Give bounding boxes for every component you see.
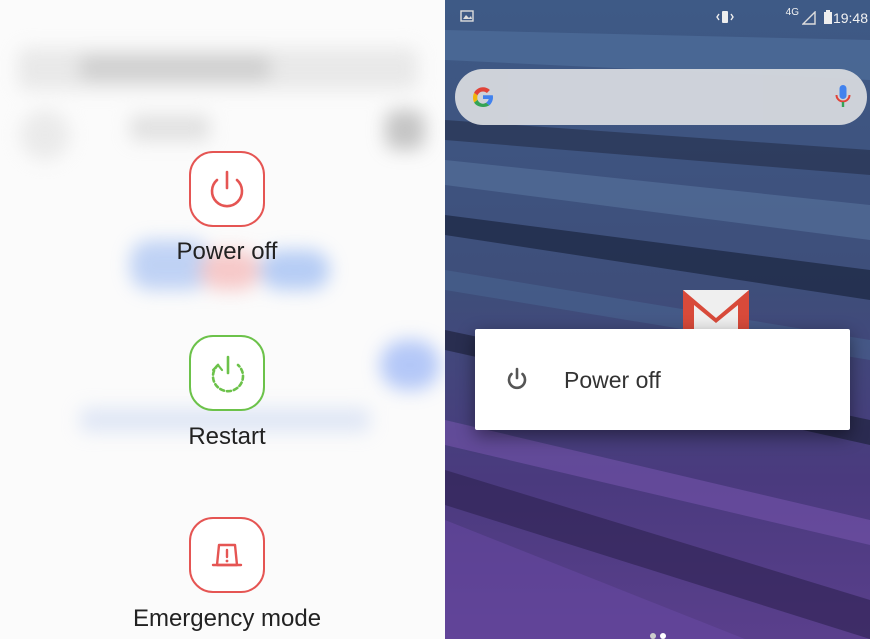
- android-home-screen: 4G 19:48 Power off: [445, 0, 870, 639]
- emergency-mode-label: Emergency mode: [132, 605, 322, 632]
- page-dot-active: [660, 633, 666, 639]
- network-type: 4G: [785, 7, 799, 18]
- page-indicator: [650, 626, 670, 639]
- page-dot: [650, 633, 656, 639]
- restart-button[interactable]: [189, 335, 265, 411]
- power-off-label: Power off: [176, 238, 278, 265]
- image-notification-icon: [460, 10, 474, 22]
- mic-icon[interactable]: [835, 84, 851, 110]
- google-search-bar[interactable]: [455, 69, 867, 125]
- signal-icon: [802, 11, 816, 25]
- battery-icon: [824, 10, 832, 24]
- restart-icon: [211, 355, 245, 393]
- samsung-power-menu: Power off Restart Emergency mode: [0, 0, 446, 639]
- status-bar: 4G 19:48: [445, 0, 870, 34]
- power-off-dialog: Power off: [475, 329, 850, 430]
- emergency-mode-button[interactable]: [189, 517, 265, 593]
- power-off-option[interactable]: Power off: [564, 367, 661, 394]
- clock: 19:48: [832, 10, 868, 26]
- power-icon: [210, 170, 244, 208]
- restart-label: Restart: [188, 423, 266, 450]
- power-icon: [507, 367, 527, 390]
- google-g-icon: [473, 87, 493, 107]
- power-off-button[interactable]: [189, 151, 265, 227]
- vibrate-icon: [716, 11, 734, 23]
- emergency-siren-icon: [211, 543, 243, 567]
